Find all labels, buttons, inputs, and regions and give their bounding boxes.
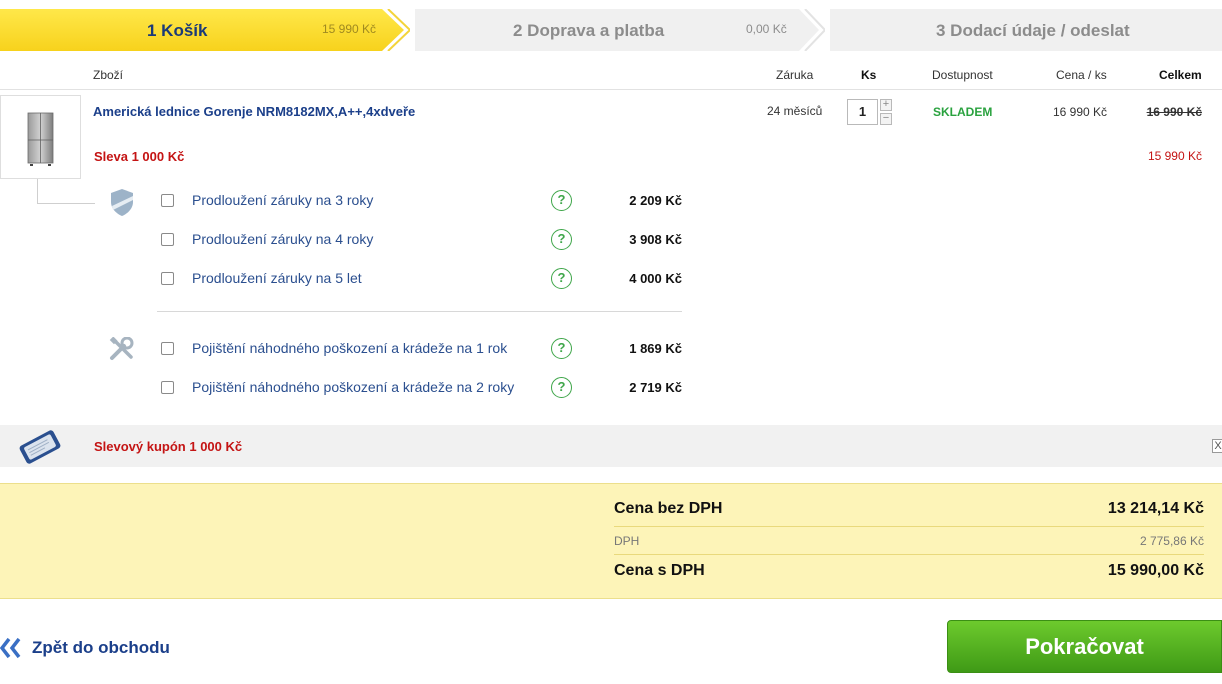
price-without-vat-label: Cena bez DPH <box>614 500 723 517</box>
checkout-steps: 1 Košík 15 990 Kč 2 Doprava a platba 0,0… <box>0 9 1222 51</box>
warranty-5-years-checkbox[interactable] <box>161 272 174 285</box>
quantity-plus-button[interactable]: + <box>880 99 892 111</box>
warranty-3-years-help-icon[interactable]: ? <box>551 190 572 211</box>
coupon-icon <box>19 430 61 464</box>
coupon-remove-button[interactable]: X <box>1212 439 1222 453</box>
product-thumbnail[interactable] <box>0 95 81 179</box>
summary-divider <box>614 526 1204 527</box>
insurance-2-years-label[interactable]: Pojištění náhodného poškození a krádeže … <box>192 379 514 395</box>
header-product: Zboží <box>93 68 124 82</box>
price-with-vat-value: 15 990,00 Kč <box>1107 562 1204 579</box>
double-chevron-left-icon <box>0 637 21 659</box>
warranty-4-years-price: 3 908 Kč <box>629 232 682 247</box>
price-with-vat-label: Cena s DPH <box>614 562 705 579</box>
warranty-5-years-price: 4 000 Kč <box>629 271 682 286</box>
step-shipping-label: 2 Doprava a platba <box>513 21 665 40</box>
warranty-4-years-help-icon[interactable]: ? <box>551 229 572 250</box>
warranty-option-5-years: Prodloužení záruky na 5 let ? 4 000 Kč <box>0 268 700 291</box>
discounted-total: 15 990 Kč <box>1147 149 1202 163</box>
step-delivery[interactable]: 3 Dodací údaje / odeslat <box>830 9 1222 51</box>
warranty-3-years-label[interactable]: Prodloužení záruky na 3 roky <box>192 192 373 208</box>
original-total: 16 990 Kč <box>1146 105 1202 119</box>
fridge-image <box>27 112 54 166</box>
warranty-4-years-checkbox[interactable] <box>161 233 174 246</box>
step-shipping[interactable]: 2 Doprava a platba 0,00 Kč <box>415 9 825 51</box>
warranty-3-years-checkbox[interactable] <box>161 194 174 207</box>
warranty-5-years-label[interactable]: Prodloužení záruky na 5 let <box>192 270 362 286</box>
warranty-3-years-price: 2 209 Kč <box>629 193 682 208</box>
insurance-2-years-help-icon[interactable]: ? <box>551 377 572 398</box>
warranty-4-years-label[interactable]: Prodloužení záruky na 4 roky <box>192 231 373 247</box>
step-cart[interactable]: 1 Košík 15 990 Kč <box>0 9 410 51</box>
product-warranty: 24 měsíců <box>767 104 823 118</box>
insurance-2-years-checkbox[interactable] <box>161 381 174 394</box>
cart-table-header: Zboží Záruka Ks Dostupnost Cena / ks Cel… <box>0 64 1222 90</box>
warranty-option-4-years: Prodloužení záruky na 4 roky ? 3 908 Kč <box>0 229 700 252</box>
quantity-input[interactable]: 1 <box>847 99 878 125</box>
header-total: Celkem <box>1159 68 1202 82</box>
step-delivery-label: 3 Dodací údaje / odeslat <box>936 21 1130 40</box>
insurance-1-year-price: 1 869 Kč <box>629 341 682 356</box>
services-divider <box>157 311 682 312</box>
coupon-row: Slevový kupón 1 000 Kč X <box>0 425 1222 467</box>
header-qty: Ks <box>861 68 877 82</box>
step-cart-price: 15 990 Kč <box>322 22 377 36</box>
coupon-text: Slevový kupón 1 000 Kč <box>94 439 243 454</box>
price-summary <box>0 483 1222 599</box>
insurance-option-1-year: Pojištění náhodného poškození a krádeže … <box>0 338 700 361</box>
insurance-1-year-checkbox[interactable] <box>161 342 174 355</box>
insurance-1-year-help-icon[interactable]: ? <box>551 338 572 359</box>
warranty-option-3-years: Prodloužení záruky na 3 roky ? 2 209 Kč <box>0 190 700 213</box>
product-name-link[interactable]: Americká lednice Gorenje NRM8182MX,A++,4… <box>93 104 415 119</box>
unit-price: 16 990 Kč <box>1053 105 1108 119</box>
vat-value: 2 775,86 Kč <box>1139 534 1204 548</box>
header-warranty: Záruka <box>776 68 814 82</box>
availability-status: SKLADEM <box>933 105 993 119</box>
summary-divider <box>614 554 1204 555</box>
step-shipping-price: 0,00 Kč <box>746 22 787 36</box>
discount-label: Sleva 1 000 Kč <box>94 149 185 164</box>
quantity-minus-button[interactable]: − <box>880 113 892 125</box>
insurance-option-2-years: Pojištění náhodného poškození a krádeže … <box>0 377 700 400</box>
header-availability: Dostupnost <box>932 68 993 82</box>
insurance-1-year-label[interactable]: Pojištění náhodného poškození a krádeže … <box>192 340 507 356</box>
vat-label: DPH <box>614 534 640 548</box>
warranty-5-years-help-icon[interactable]: ? <box>551 268 572 289</box>
back-to-shop-label: Zpět do obchodu <box>32 638 170 657</box>
insurance-2-years-price: 2 719 Kč <box>629 380 682 395</box>
header-unit-price: Cena / ks <box>1056 68 1107 82</box>
cart-page: 1 Košík 15 990 Kč 2 Doprava a platba 0,0… <box>0 0 1222 684</box>
continue-button[interactable]: Pokračovat <box>947 620 1222 673</box>
price-without-vat-value: 13 214,14 Kč <box>1107 500 1204 517</box>
step-cart-label: 1 Košík <box>147 21 208 40</box>
